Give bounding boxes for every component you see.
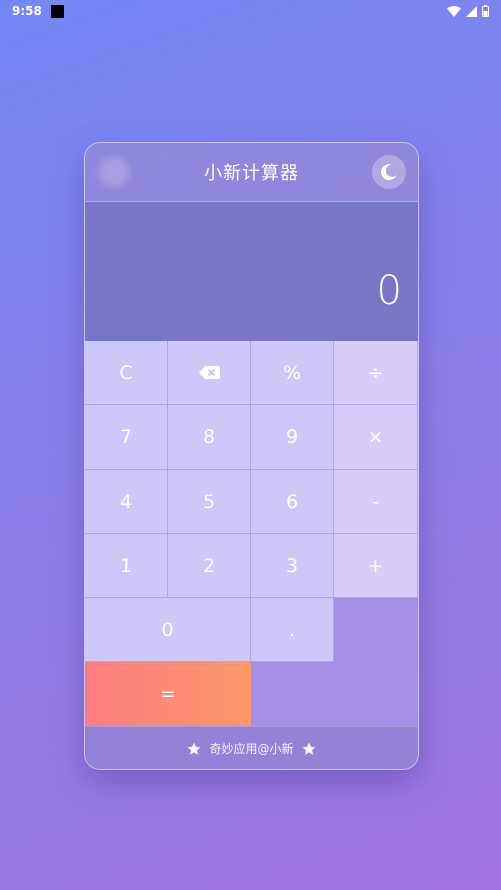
digit-7-button[interactable]: 7 (85, 405, 168, 470)
digit-8-button[interactable]: 8 (168, 405, 251, 470)
footer-credit: 奇妙应用@小新 (209, 742, 294, 756)
star-icon (302, 742, 315, 755)
clear-button[interactable]: C (85, 341, 168, 405)
blurred-logo (99, 157, 129, 187)
moon-icon (381, 164, 397, 181)
theme-toggle-button[interactable] (372, 155, 406, 189)
digit-9-button[interactable]: 9 (251, 405, 334, 470)
digit-6-button[interactable]: 6 (251, 470, 334, 534)
add-button[interactable]: + (334, 534, 418, 598)
status-bar: 9:58 (0, 0, 501, 22)
digit-5-button[interactable]: 5 (168, 470, 251, 534)
backspace-icon (198, 366, 220, 379)
calculator-card: 小新计算器 0 C % ÷ 7 8 9 × 4 5 6 - 1 2 3 + 0 … (84, 142, 419, 770)
app-header: 小新计算器 (85, 143, 418, 202)
signal-icon (466, 5, 477, 17)
decimal-point-button[interactable]: . (251, 598, 334, 662)
keypad: C % ÷ 7 8 9 × 4 5 6 - 1 2 3 + 0 . = (85, 341, 418, 726)
footer: 奇妙应用@小新 (85, 726, 418, 769)
digit-4-button[interactable]: 4 (85, 470, 168, 534)
divide-button[interactable]: ÷ (334, 341, 418, 405)
digit-2-button[interactable]: 2 (168, 534, 251, 598)
digit-0-button[interactable]: 0 (85, 598, 251, 662)
multiply-button[interactable]: × (334, 405, 418, 470)
digit-1-button[interactable]: 1 (85, 534, 168, 598)
app-title: 小新计算器 (204, 163, 299, 184)
battery-icon (482, 5, 489, 17)
result-display: 0 (85, 202, 418, 341)
equals-button[interactable]: = (85, 662, 251, 726)
backspace-button[interactable] (168, 341, 251, 405)
display-value: 0 (376, 268, 402, 314)
subtract-button[interactable]: - (334, 470, 418, 534)
app-notification-icon (50, 4, 64, 18)
star-icon (187, 742, 201, 755)
percent-button[interactable]: % (251, 341, 334, 405)
wifi-icon (447, 5, 461, 17)
digit-3-button[interactable]: 3 (251, 534, 334, 598)
status-time: 9:58 (12, 4, 42, 18)
